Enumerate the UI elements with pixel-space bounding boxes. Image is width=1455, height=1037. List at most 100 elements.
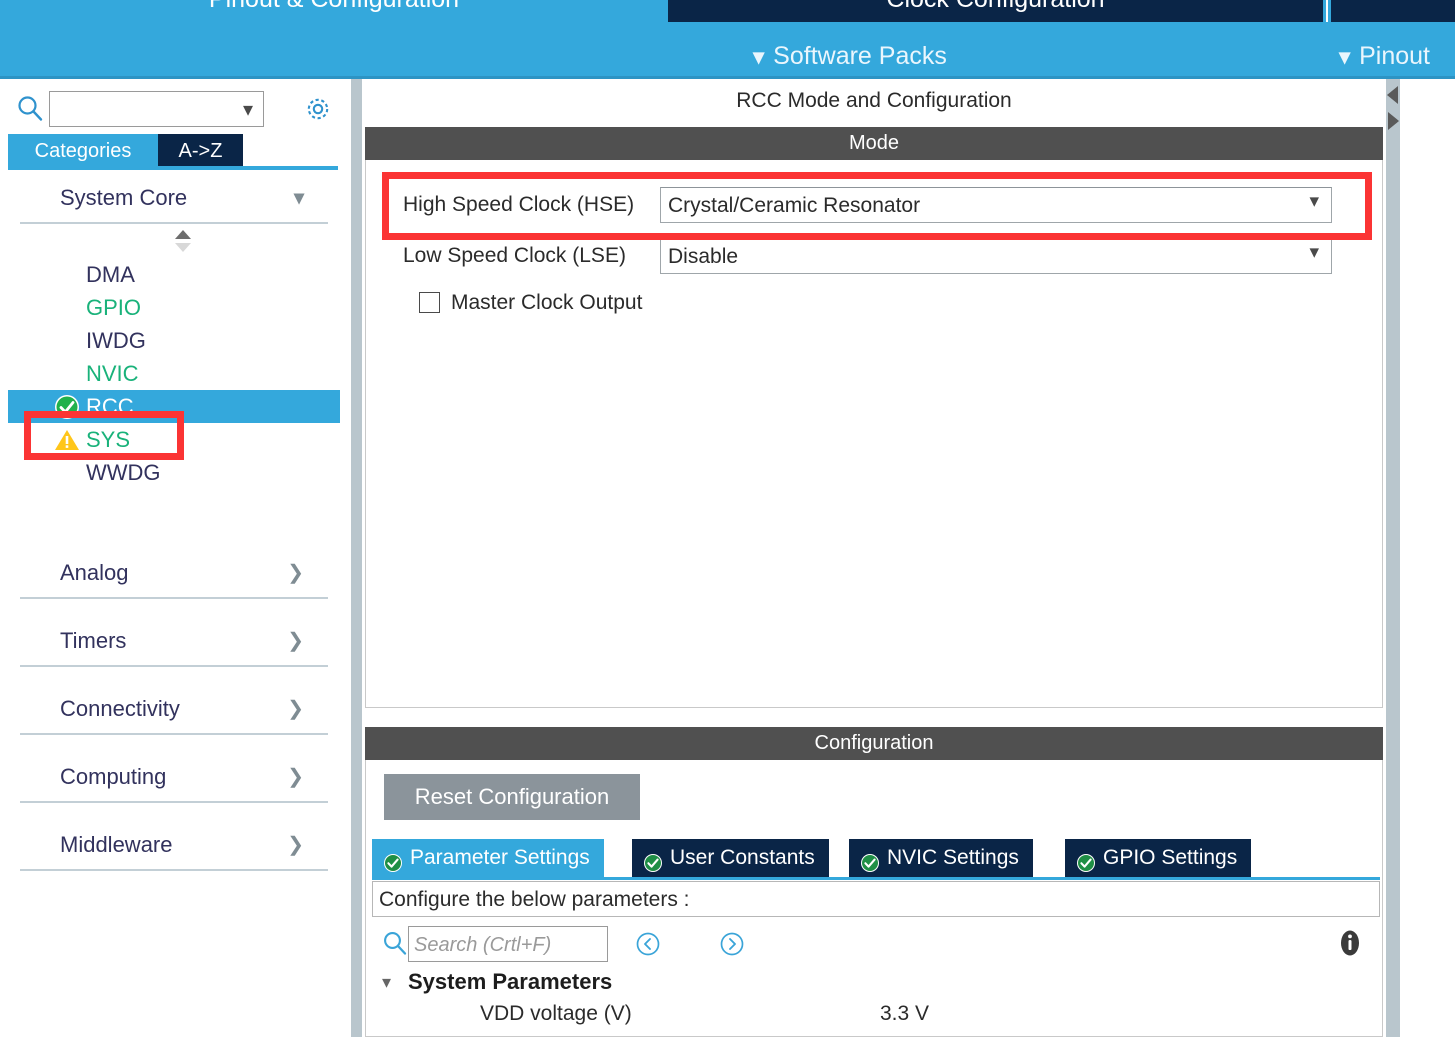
sidebar-item-iwdg[interactable]: IWDG (8, 324, 340, 357)
chevron-right-circle-icon[interactable] (719, 931, 745, 957)
chevron-down-icon[interactable]: ▾ (382, 965, 391, 999)
sidebar-tab-az[interactable]: A->Z (158, 134, 243, 168)
sidebar-group-header-middleware[interactable]: Middleware ❯ (20, 819, 328, 871)
parameter-search-input[interactable]: Search (Crtl+F) (408, 926, 608, 962)
sidebar-group-label-system-core: System Core (60, 185, 188, 210)
tab-user-constants[interactable]: User Constants (632, 839, 829, 877)
sidebar-item-label-iwdg: IWDG (86, 328, 146, 353)
tab-user-constants-label: User Constants (670, 846, 815, 869)
list-scroll-spinner[interactable] (172, 228, 194, 254)
tree-row-key-vdd-voltage: VDD voltage (V) (480, 1002, 632, 1025)
parameter-search-placeholder: Search (Crtl+F) (414, 934, 552, 956)
parameter-tree: ▾ System Parameters VDD voltage (V) 3.3 … (372, 965, 1380, 1029)
table-row[interactable]: VDD voltage (V) 3.3 V (372, 999, 1380, 1029)
chevron-right-icon: ❯ (287, 698, 304, 720)
menu-pinout-label: Pinout (1359, 42, 1430, 70)
sidebar-item-dma[interactable]: DMA (8, 258, 340, 291)
sidebar-item-nvic[interactable]: NVIC (8, 357, 340, 390)
annotation-box-hse (382, 172, 1372, 240)
tab-parameter-settings-label: Parameter Settings (410, 846, 590, 869)
search-icon (16, 94, 44, 122)
configuration-section-label: Configuration (814, 732, 934, 754)
tree-group-system-parameters[interactable]: ▾ System Parameters (372, 965, 1380, 999)
chevron-down-icon: ▾ (293, 187, 304, 209)
sidebar: ▾ Categories A->Z System Core ▾ DMA GPIO… (0, 79, 348, 1037)
sidebar-item-label-nvic: NVIC (86, 361, 139, 386)
chevron-right-icon: ❯ (287, 766, 304, 788)
tree-group-label-system-parameters: System Parameters (408, 969, 613, 994)
tab-overflow-area[interactable] (1331, 0, 1455, 22)
sidebar-group-header-analog[interactable]: Analog ❯ (20, 547, 328, 599)
dropdown-lse[interactable]: Disable ▾ (660, 238, 1332, 274)
sidebar-tab-az-label: A->Z (178, 140, 223, 162)
sidebar-group-header-connectivity[interactable]: Connectivity ❯ (20, 683, 328, 735)
sidebar-group-header-system-core[interactable]: System Core ▾ (20, 172, 328, 224)
tab-divider (1326, 0, 1328, 22)
sidebar-tabs: Categories A->Z (0, 134, 348, 168)
mode-section-header: Mode (365, 127, 1383, 160)
dropdown-lse-value: Disable (668, 245, 739, 268)
configuration-note: Configure the below parameters : (372, 881, 1380, 917)
check-icon (643, 848, 663, 872)
tab-clock-configuration-label: Clock Configuration (886, 0, 1104, 13)
gear-icon[interactable] (303, 94, 333, 124)
chevron-right-icon: ❯ (287, 834, 304, 856)
sidebar-search-row: ▾ (0, 82, 348, 132)
sidebar-category-list: System Core ▾ DMA GPIO IWDG NVIC RCC SYS… (8, 172, 340, 1032)
tab-gpio-settings[interactable]: GPIO Settings (1065, 839, 1252, 877)
tab-nvic-settings-label: NVIC Settings (887, 846, 1019, 869)
check-icon (860, 848, 880, 872)
tab-pinout-configuration-label: Pinout & Configuration (209, 0, 459, 13)
sidebar-search-input[interactable]: ▾ (49, 91, 264, 127)
triangle-right-icon[interactable] (1386, 110, 1400, 132)
reset-configuration-button[interactable]: Reset Configuration (384, 774, 640, 820)
sidebar-splitter[interactable] (348, 79, 362, 1037)
search-icon (382, 930, 408, 956)
configuration-section-header: Configuration (365, 727, 1383, 760)
chevron-down-icon: ▾ (753, 44, 765, 69)
checkbox-box[interactable] (419, 292, 440, 313)
sidebar-group-header-computing[interactable]: Computing ❯ (20, 751, 328, 803)
tab-parameter-settings[interactable]: Parameter Settings (372, 839, 604, 877)
sidebar-tabs-underline (8, 166, 338, 170)
sidebar-item-gpio[interactable]: GPIO (8, 291, 340, 324)
menu-software-packs-label: Software Packs (773, 42, 947, 70)
annotation-box-rcc (24, 411, 184, 460)
sidebar-group-label-middleware: Middleware (60, 832, 173, 857)
sidebar-item-label-gpio: GPIO (86, 295, 142, 320)
reset-configuration-label: Reset Configuration (414, 784, 610, 809)
mode-panel: High Speed Clock (HSE) Crystal/Ceramic R… (365, 160, 1383, 708)
parameter-search-row: Search (Crtl+F) (372, 921, 1380, 965)
menu-pinout[interactable]: ▾ Pinout (1339, 34, 1430, 79)
sidebar-tab-categories[interactable]: Categories (8, 134, 158, 168)
chevron-left-circle-icon[interactable] (635, 931, 661, 957)
triangle-left-icon[interactable] (1386, 84, 1400, 106)
info-icon[interactable] (1336, 929, 1364, 957)
configuration-panel: Reset Configuration Parameter Settings U… (365, 760, 1383, 1037)
sidebar-group-header-timers[interactable]: Timers ❯ (20, 615, 328, 667)
sidebar-group-label-timers: Timers (60, 628, 127, 653)
field-lse: Low Speed Clock (LSE) Disable ▾ (366, 238, 1382, 274)
check-icon (383, 848, 403, 872)
configuration-tabs-underline (372, 877, 1380, 880)
tab-clock-configuration[interactable]: Clock Configuration (668, 0, 1323, 22)
chevron-down-icon[interactable]: ▾ (243, 97, 253, 122)
tab-pinout-configuration[interactable]: Pinout & Configuration (0, 0, 668, 22)
tree-row-value-vdd-voltage: 3.3 V (880, 1002, 930, 1025)
chevron-right-icon: ❯ (287, 562, 304, 584)
chevron-down-icon[interactable]: ▾ (1309, 241, 1319, 264)
sidebar-item-wwdg[interactable]: WWDG (8, 456, 340, 489)
sidebar-tab-categories-label: Categories (34, 140, 132, 162)
field-label-lse: Low Speed Clock (LSE) (403, 244, 626, 267)
tab-gpio-settings-label: GPIO Settings (1103, 846, 1238, 869)
chevron-right-icon: ❯ (287, 630, 304, 652)
right-splitter[interactable] (1386, 79, 1400, 1037)
checkbox-label-master-clock-output: Master Clock Output (451, 291, 643, 314)
page-title: RCC Mode and Configuration (362, 79, 1386, 123)
menu-software-packs[interactable]: ▾ Software Packs (753, 34, 947, 79)
sidebar-group-label-connectivity: Connectivity (60, 696, 180, 721)
header-subbar: ▾ Software Packs ▾ Pinout (0, 34, 1455, 78)
tab-nvic-settings[interactable]: NVIC Settings (849, 839, 1033, 877)
chevron-down-icon: ▾ (1339, 44, 1351, 69)
app-window: Pinout & Configuration Clock Configurati… (0, 0, 1455, 1037)
